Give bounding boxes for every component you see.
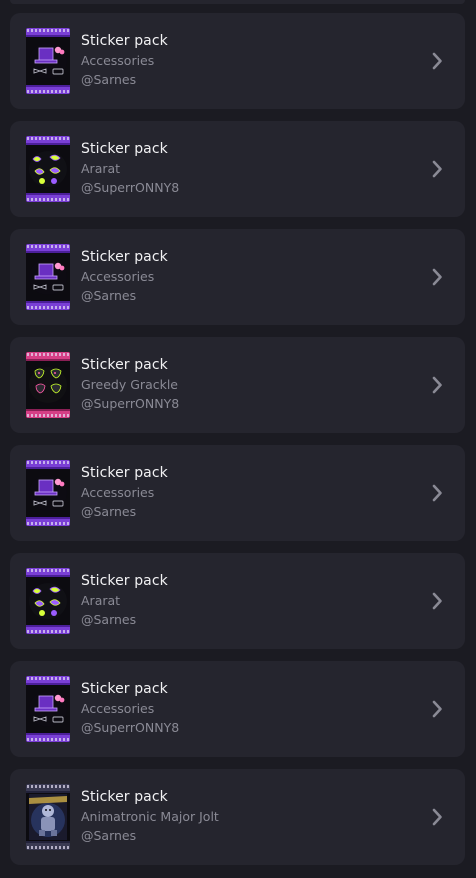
- pack-author: @Sarnes: [81, 828, 137, 843]
- pack-type-label: Sticker pack: [81, 249, 168, 265]
- pack-type-label: Sticker pack: [81, 789, 168, 805]
- pack-type-label: Sticker pack: [81, 573, 168, 589]
- chevron-right-icon: [431, 591, 443, 611]
- pack-author: @Sarnes: [81, 504, 137, 519]
- sticker-pack-thumbnail: [26, 352, 70, 418]
- sticker-pack-card[interactable]: Sticker pack Ararat @SuperrONNY8: [10, 121, 465, 217]
- pack-type-label: Sticker pack: [81, 465, 168, 481]
- chevron-right-icon: [431, 483, 443, 503]
- sticker-pack-card[interactable]: Sticker pack Accessories @Sarnes: [10, 445, 465, 541]
- pack-author: @Sarnes: [81, 288, 137, 303]
- sticker-pack-thumbnail: [26, 784, 70, 850]
- sticker-pack-thumbnail: [26, 136, 70, 202]
- sticker-pack-card[interactable]: Sticker pack Ararat @Sarnes: [10, 553, 465, 649]
- pack-author: @SuperrONNY8: [81, 180, 180, 195]
- pack-name: Accessories: [81, 53, 155, 68]
- pack-type-label: Sticker pack: [81, 357, 168, 373]
- pack-author: @Sarnes: [81, 612, 137, 627]
- chevron-right-icon: [431, 699, 443, 719]
- chevron-right-icon: [431, 807, 443, 827]
- chevron-right-icon: [431, 267, 443, 287]
- pack-name: Animatronic Major Jolt: [81, 809, 219, 824]
- sticker-pack-card[interactable]: Sticker pack Accessories @SuperrONNY8: [10, 661, 465, 757]
- sticker-pack-list-screen: Sticker pack Accessories @Sarnes Sticker…: [0, 0, 476, 878]
- pack-name: Accessories: [81, 701, 155, 716]
- pack-name: Ararat: [81, 593, 121, 608]
- pack-type-label: Sticker pack: [81, 681, 168, 697]
- sticker-pack-thumbnail: [26, 568, 70, 634]
- sticker-pack-card[interactable]: Sticker pack Greedy Grackle @SuperrONNY8: [10, 337, 465, 433]
- chevron-right-icon: [431, 51, 443, 71]
- pack-name: Accessories: [81, 485, 155, 500]
- sticker-pack-card[interactable]: Sticker pack Accessories @Sarnes: [10, 229, 465, 325]
- pack-name: Accessories: [81, 269, 155, 284]
- pack-author: @SuperrONNY8: [81, 396, 180, 411]
- pack-type-label: Sticker pack: [81, 141, 168, 157]
- pack-name: Ararat: [81, 161, 121, 176]
- sticker-pack-thumbnail: [26, 460, 70, 526]
- sticker-pack-card[interactable]: Sticker pack Accessories @Sarnes: [10, 13, 465, 109]
- pack-name: Greedy Grackle: [81, 377, 178, 392]
- sticker-pack-thumbnail: [26, 244, 70, 310]
- sticker-pack-thumbnail: [26, 676, 70, 742]
- chevron-right-icon: [431, 159, 443, 179]
- pack-author: @Sarnes: [81, 72, 137, 87]
- chevron-right-icon: [431, 375, 443, 395]
- sticker-pack-thumbnail: [26, 28, 70, 94]
- sticker-pack-card[interactable]: Sticker pack Animatronic Major Jolt @Sar…: [10, 769, 465, 865]
- pack-author: @SuperrONNY8: [81, 720, 180, 735]
- pack-type-label: Sticker pack: [81, 33, 168, 49]
- previous-card-edge: [10, 0, 465, 4]
